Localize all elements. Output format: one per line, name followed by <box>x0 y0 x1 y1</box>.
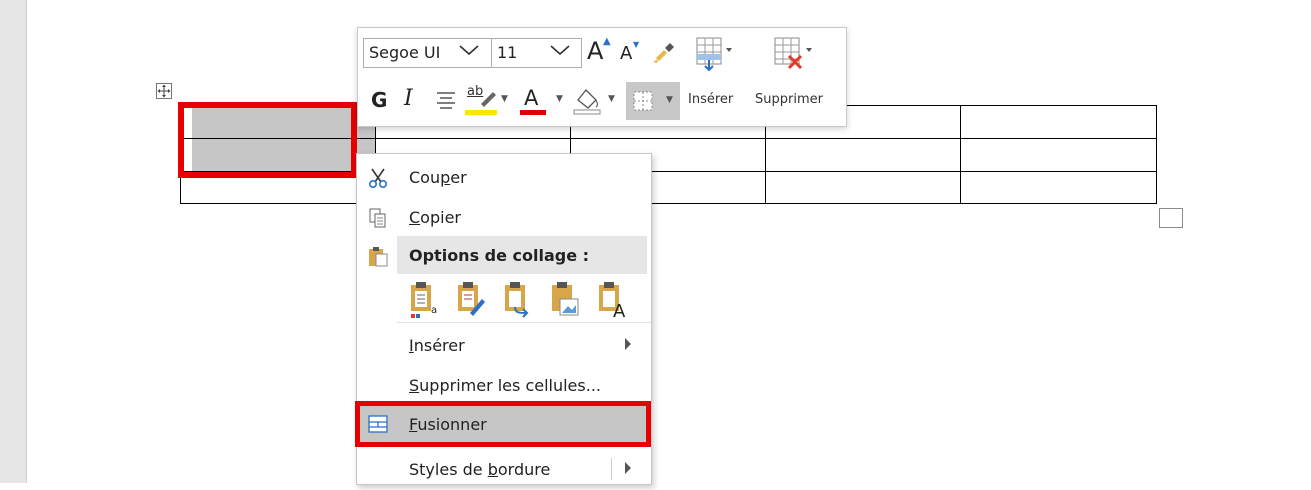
menu-label-insert: Insérer <box>409 336 465 355</box>
chevron-down-icon[interactable]: ▼ <box>501 94 508 104</box>
table-column-border <box>960 105 961 204</box>
table-border-bottom <box>180 203 1157 204</box>
menu-separator <box>397 322 651 323</box>
menu-item-insert[interactable]: Insérer <box>357 326 651 366</box>
split-divider <box>611 458 612 480</box>
bold-button[interactable]: G <box>371 88 387 112</box>
align-center-icon[interactable] <box>433 88 459 114</box>
menu-item-border-styles[interactable]: Styles de bordure <box>357 450 651 490</box>
document-gutter <box>0 0 26 483</box>
paste-text-icon[interactable] <box>501 279 535 319</box>
insert-label[interactable]: Insérer <box>688 92 733 107</box>
font-color-glyph: A <box>524 86 539 110</box>
copy-icon <box>367 207 389 229</box>
highlight-color-button[interactable]: ab ▼ <box>463 84 508 118</box>
menu-item-paste-options: Options de collage : <box>357 236 651 276</box>
font-color-swatch <box>520 110 546 115</box>
down-caret-icon: ▼ <box>633 40 640 49</box>
gutter-divider <box>26 0 27 483</box>
chevron-down-icon[interactable] <box>458 42 480 61</box>
italic-button[interactable]: I <box>404 86 413 111</box>
svg-text:A: A <box>613 301 626 319</box>
font-name-value: Segoe UI <box>369 43 441 62</box>
table-border-right <box>1156 105 1157 204</box>
grow-font-button[interactable]: A ▲ <box>583 36 613 68</box>
scissors-icon <box>367 167 389 189</box>
menu-label-cut: Couper <box>409 168 467 187</box>
format-painter-icon[interactable] <box>650 38 678 66</box>
shrink-font-button[interactable]: A ▼ <box>616 40 642 68</box>
chevron-down-icon[interactable]: ▼ <box>608 94 615 104</box>
selection-highlight-box <box>178 102 357 178</box>
svg-text:a: a <box>431 305 437 316</box>
merge-highlight-box <box>355 401 651 447</box>
shading-icon[interactable]: ▼ <box>570 84 616 118</box>
context-menu: Couper Copier Options de collage : a A I… <box>355 153 652 485</box>
menu-label-border-styles: Styles de bordure <box>409 460 551 479</box>
chevron-down-icon[interactable]: ▼ <box>666 95 673 105</box>
highlight-swatch <box>465 110 497 115</box>
menu-label-delete-cells: Supprimer les cellules... <box>409 376 601 395</box>
menu-label-copy: Copier <box>409 208 461 227</box>
menu-item-copy[interactable]: Copier <box>357 198 651 238</box>
submenu-arrow-icon <box>625 462 631 474</box>
paste-icon <box>367 245 389 267</box>
submenu-arrow-icon <box>625 338 631 350</box>
up-caret-icon: ▲ <box>603 36 611 47</box>
paste-options-label: Options de collage : <box>409 246 590 265</box>
borders-button[interactable]: ▼ <box>626 82 680 120</box>
delete-label[interactable]: Supprimer <box>755 92 823 107</box>
move-table-icon[interactable] <box>156 83 172 99</box>
chevron-down-icon[interactable] <box>549 42 571 61</box>
insert-table-icon[interactable] <box>693 34 735 74</box>
font-size-value: 11 <box>497 43 518 62</box>
paste-picture-icon[interactable] <box>548 279 582 319</box>
mini-toolbar: Segoe UI 11 A ▲ A ▼ G I ab ▼ A ▼ ▼ ▼ Ins… <box>357 27 847 127</box>
paste-keep-source-icon[interactable]: a <box>407 279 441 319</box>
paste-merge-icon[interactable] <box>454 279 488 319</box>
font-color-button[interactable]: A ▼ <box>518 84 564 118</box>
resize-handle-icon[interactable] <box>1159 208 1183 228</box>
paste-keep-text-icon[interactable]: A <box>595 279 629 322</box>
chevron-down-icon[interactable]: ▼ <box>556 94 563 104</box>
menu-item-cut[interactable]: Couper <box>357 158 651 198</box>
menu-item-delete-cells[interactable]: Supprimer les cellules... <box>357 366 651 406</box>
grow-font-glyph: A <box>587 37 604 65</box>
delete-table-icon[interactable] <box>771 34 815 74</box>
shrink-font-glyph: A <box>620 43 633 64</box>
